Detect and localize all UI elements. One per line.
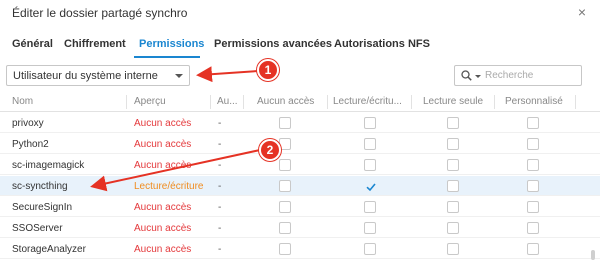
user-type-select[interactable]: Utilisateur du système interne (6, 65, 190, 86)
toolbar: Utilisateur du système interne (0, 64, 600, 90)
row-apercu: Aucun accès (134, 118, 192, 129)
row-name: StorageAnalyzer (12, 244, 86, 255)
table-row[interactable]: SSOServer Aucun accès - (0, 218, 600, 238)
row-apercu: Aucun accès (134, 139, 192, 150)
row-au: - (218, 181, 222, 192)
row-apercu: Lecture/écriture (134, 181, 204, 192)
search-options-caret-icon[interactable] (475, 75, 481, 78)
checkbox-lecture-ecriture[interactable] (364, 243, 376, 255)
checkbox-lecture-ecriture[interactable] (364, 138, 376, 150)
checkbox-aucun-acces[interactable] (279, 159, 291, 171)
user-type-select-value: Utilisateur du système interne (13, 70, 158, 82)
checkbox-lecture-ecriture[interactable] (364, 159, 376, 171)
col-header-apercu[interactable]: Aperçu (134, 96, 166, 107)
checkbox-personnalise[interactable] (527, 243, 539, 255)
vertical-scrollbar[interactable] (590, 112, 596, 262)
checkbox-aucun-acces[interactable] (279, 180, 291, 192)
column-divider (126, 95, 127, 109)
checkbox-personnalise[interactable] (527, 222, 539, 234)
row-au: - (218, 118, 222, 129)
search-icon[interactable] (461, 70, 472, 81)
checkbox-lecture-ecriture[interactable] (364, 222, 376, 234)
checkbox-lecture-seule[interactable] (447, 201, 459, 213)
checkbox-personnalise[interactable] (527, 117, 539, 129)
row-apercu: Aucun accès (134, 160, 192, 171)
checkbox-lecture-seule[interactable] (447, 159, 459, 171)
table-row[interactable]: Python2 Aucun accès - (0, 134, 600, 154)
scrollbar-thumb[interactable] (591, 250, 595, 260)
row-name: sc-imagemagick (12, 160, 85, 171)
col-header-lecture-ecriture[interactable]: Lecture/écritu... (333, 96, 402, 107)
tab-bar: Général Chiffrement Permissions Permissi… (0, 32, 600, 60)
col-header-nom[interactable]: Nom (12, 96, 33, 107)
column-divider (411, 95, 412, 109)
row-apercu: Aucun accès (134, 244, 192, 255)
annotation-callout-1: 1 (257, 59, 279, 81)
row-au: - (218, 139, 222, 150)
row-apercu: Aucun accès (134, 202, 192, 213)
checkbox-personnalise[interactable] (527, 180, 539, 192)
tab-permissions[interactable]: Permissions (139, 38, 204, 50)
col-header-lecture-seule[interactable]: Lecture seule (423, 96, 483, 107)
search-input[interactable] (485, 68, 577, 83)
col-header-personnalise[interactable]: Personnalisé (505, 96, 563, 107)
active-tab-indicator (134, 56, 200, 58)
column-divider (494, 95, 495, 109)
checkbox-aucun-acces[interactable] (279, 222, 291, 234)
col-header-au[interactable]: Au... (217, 96, 238, 107)
window-titlebar: Éditer le dossier partagé synchro × (0, 0, 600, 26)
checkbox-lecture-ecriture[interactable] (364, 201, 376, 213)
checkbox-lecture-seule[interactable] (447, 117, 459, 129)
table-row[interactable]: SecureSignIn Aucun accès - (0, 197, 600, 217)
column-divider (243, 95, 244, 109)
row-name: Python2 (12, 139, 49, 150)
column-divider (327, 95, 328, 109)
table-row[interactable]: StorageAnalyzer Aucun accès - (0, 239, 600, 259)
column-divider (575, 95, 576, 109)
col-header-aucun-acces[interactable]: Aucun accès (257, 96, 314, 107)
checkbox-personnalise[interactable] (527, 159, 539, 171)
tab-permissions-avancees[interactable]: Permissions avancées (214, 38, 332, 50)
row-apercu: Aucun accès (134, 223, 192, 234)
window-title: Éditer le dossier partagé synchro (12, 6, 188, 20)
search-box[interactable] (454, 65, 582, 86)
column-divider (210, 95, 211, 109)
checkbox-lecture-seule[interactable] (447, 138, 459, 150)
table-row[interactable]: sc-imagemagick Aucun accès - (0, 155, 600, 175)
close-icon[interactable]: × (578, 4, 586, 20)
row-au: - (218, 223, 222, 234)
row-au: - (218, 160, 222, 171)
row-name: sc-syncthing (12, 181, 68, 192)
checkbox-aucun-acces[interactable] (279, 117, 291, 129)
row-name: privoxy (12, 118, 44, 129)
chevron-down-icon (175, 74, 183, 78)
table-row[interactable]: sc-syncthing Lecture/écriture - (0, 176, 600, 196)
tab-general[interactable]: Général (12, 38, 53, 50)
row-au: - (218, 202, 222, 213)
checkbox-aucun-acces[interactable] (279, 243, 291, 255)
row-name: SSOServer (12, 223, 63, 234)
checkbox-lecture-seule[interactable] (447, 180, 459, 192)
row-name: SecureSignIn (12, 202, 73, 213)
grid-header: Nom Aperçu Au... Aucun accès Lecture/écr… (0, 92, 600, 112)
checkbox-personnalise[interactable] (527, 201, 539, 213)
row-au: - (218, 244, 222, 255)
table-row[interactable]: privoxy Aucun accès - (0, 113, 600, 133)
annotation-callout-2: 2 (259, 139, 281, 161)
checkbox-lecture-seule[interactable] (447, 243, 459, 255)
checkbox-lecture-seule[interactable] (447, 222, 459, 234)
checkmark-icon (366, 183, 376, 192)
checkbox-lecture-ecriture[interactable] (364, 180, 376, 192)
tab-autorisations-nfs[interactable]: Autorisations NFS (334, 38, 430, 50)
checkbox-lecture-ecriture[interactable] (364, 117, 376, 129)
checkbox-aucun-acces[interactable] (279, 201, 291, 213)
checkbox-personnalise[interactable] (527, 138, 539, 150)
tab-chiffrement[interactable]: Chiffrement (64, 38, 126, 50)
